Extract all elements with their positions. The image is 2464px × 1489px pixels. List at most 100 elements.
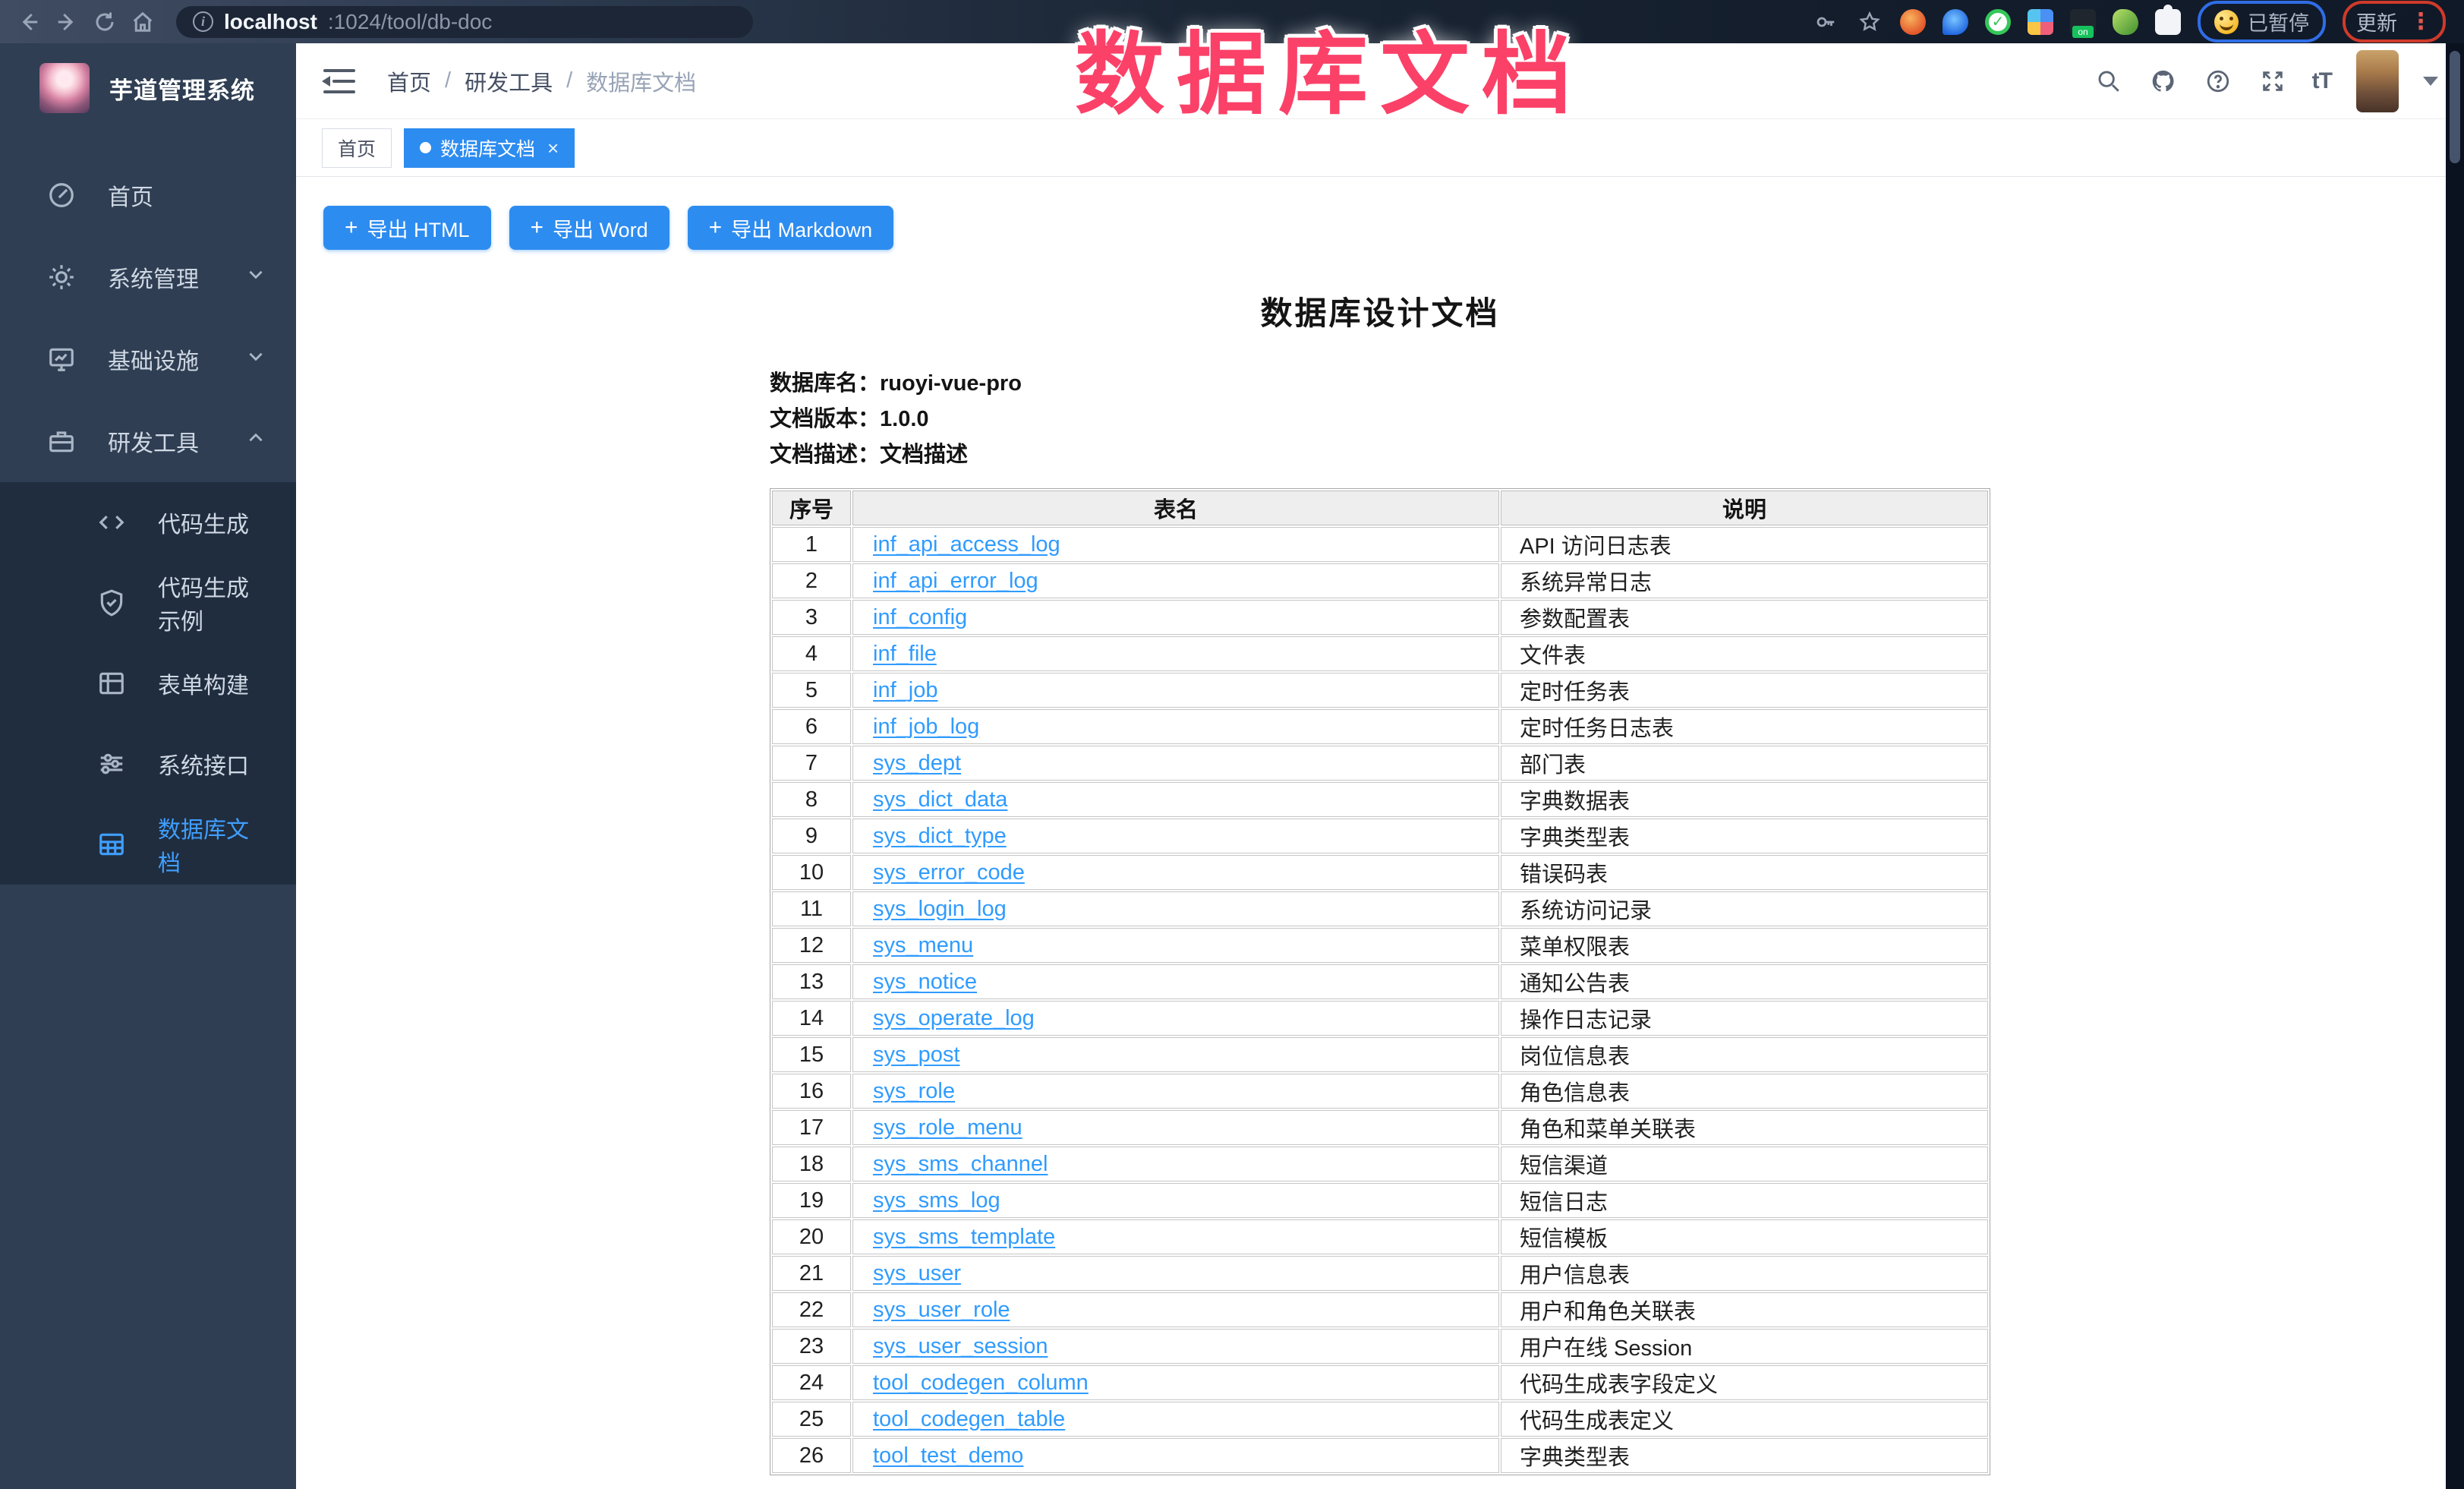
- table-name-link[interactable]: tool_codegen_table: [873, 1407, 1065, 1431]
- pin-extension-icon[interactable]: [1943, 9, 1968, 35]
- table-row: 13 sys_notice 通知公告表: [772, 964, 1988, 999]
- table-row: 12 sys_menu 菜单权限表: [772, 928, 1988, 963]
- table-name-link[interactable]: sys_notice: [873, 970, 977, 994]
- table-name-link[interactable]: sys_operate_log: [873, 1006, 1035, 1030]
- breadcrumb-home[interactable]: 首页: [387, 65, 431, 97]
- row-index: 16: [772, 1074, 851, 1109]
- sidebar-item-codegen-demo[interactable]: 代码生成示例: [0, 563, 296, 643]
- sidebar-item-db-doc[interactable]: 数据库文档: [0, 804, 296, 885]
- sidebar-item-home[interactable]: 首页: [0, 154, 296, 236]
- orange-extension-icon[interactable]: [1900, 9, 1926, 35]
- url-path: :1024/tool/db-doc: [328, 10, 492, 34]
- export-word-button[interactable]: + 导出 Word: [509, 206, 670, 250]
- font-size-icon[interactable]: tT: [2312, 68, 2332, 94]
- table-name-link[interactable]: sys_role: [873, 1079, 955, 1103]
- sidebar-item-system[interactable]: 系统管理: [0, 236, 296, 318]
- table-desc-cell: 短信模板: [1501, 1219, 1988, 1254]
- close-icon[interactable]: ×: [547, 138, 559, 158]
- sidebar-logo[interactable]: 芋道管理系统: [0, 43, 296, 133]
- table-name-link[interactable]: inf_api_error_log: [873, 569, 1038, 593]
- sidebar-item-codegen[interactable]: 代码生成: [0, 482, 296, 563]
- table-name-link[interactable]: sys_user_session: [873, 1334, 1048, 1358]
- table-name-cell: sys_role_menu: [852, 1110, 1499, 1145]
- chrome-menu-icon[interactable]: ⋮: [2409, 11, 2432, 33]
- table-name-link[interactable]: sys_sms_template: [873, 1225, 1055, 1249]
- table-row: 8 sys_dict_data 字典数据表: [772, 782, 1988, 817]
- logo-image: [39, 63, 90, 113]
- reload-icon[interactable]: [88, 5, 121, 39]
- table-name-cell: sys_dict_data: [852, 782, 1499, 817]
- table-name-link[interactable]: sys_menu: [873, 933, 973, 957]
- table-name-link[interactable]: sys_sms_channel: [873, 1152, 1048, 1176]
- page-scrollbar[interactable]: [2446, 43, 2464, 1489]
- sidebar-item-infra[interactable]: 基础设施: [0, 318, 296, 400]
- table-name-link[interactable]: sys_user_role: [873, 1298, 1010, 1322]
- dashboard-icon: [47, 181, 76, 210]
- puzzle-extension-icon[interactable]: [2155, 9, 2181, 35]
- table-name-link[interactable]: tool_codegen_column: [873, 1371, 1089, 1395]
- table-name-link[interactable]: tool_test_demo: [873, 1443, 1023, 1468]
- breadcrumb-devtools[interactable]: 研发工具: [465, 65, 553, 97]
- table-name-link[interactable]: inf_job_log: [873, 715, 979, 739]
- sidebar: 芋道管理系统 首页 系统管理 基础设施 研发工具: [0, 43, 296, 1489]
- fullscreen-icon[interactable]: [2258, 66, 2288, 96]
- leaf-extension-icon[interactable]: [2113, 9, 2138, 35]
- table-desc-cell: 字典类型表: [1501, 1438, 1988, 1473]
- table-name-link[interactable]: sys_role_menu: [873, 1115, 1022, 1140]
- tables-overview-table: 序号 表名 说明 1 inf_api_access_log API 访问日志表 …: [770, 488, 1990, 1475]
- tag-db-doc[interactable]: 数据库文档 ×: [404, 128, 575, 168]
- devtools-submenu: 代码生成 代码生成示例 表单构建 系统接口 数据库文档: [0, 482, 296, 885]
- table-row: 2 inf_api_error_log 系统异常日志: [772, 563, 1988, 598]
- table-name-link[interactable]: sys_dict_data: [873, 787, 1007, 812]
- sidebar-menu: 首页 系统管理 基础设施 研发工具 代码生成: [0, 154, 296, 885]
- home-icon[interactable]: [126, 5, 159, 39]
- key-icon[interactable]: [1812, 5, 1839, 39]
- url-host: localhost: [224, 10, 317, 34]
- export-toolbar: + 导出 HTML + 导出 Word + 导出 Markdown: [323, 206, 2464, 250]
- address-bar[interactable]: i localhost :1024/tool/db-doc: [176, 6, 753, 38]
- table-row: 6 inf_job_log 定时任务日志表: [772, 709, 1988, 744]
- export-html-button[interactable]: + 导出 HTML: [323, 206, 491, 250]
- grid-extension-icon[interactable]: [2028, 9, 2053, 35]
- table-name-link[interactable]: sys_dept: [873, 751, 961, 775]
- table-name-link[interactable]: inf_job: [873, 678, 937, 702]
- table-name-link[interactable]: sys_login_log: [873, 897, 1007, 921]
- site-info-icon[interactable]: i: [193, 11, 213, 32]
- update-chip[interactable]: 更新 ⋮: [2343, 1, 2446, 43]
- table-name-link[interactable]: sys_dict_type: [873, 824, 1007, 848]
- check-extension-icon[interactable]: ✓: [1985, 9, 2011, 35]
- menu-fold-icon[interactable]: [322, 68, 355, 95]
- app-shell: 芋道管理系统 首页 系统管理 基础设施 研发工具: [0, 43, 2464, 1489]
- sidebar-item-api[interactable]: 系统接口: [0, 724, 296, 804]
- avatar[interactable]: [2356, 50, 2399, 112]
- forward-icon[interactable]: [50, 5, 83, 39]
- search-icon[interactable]: [2094, 66, 2124, 96]
- caret-down-icon[interactable]: [2423, 77, 2438, 86]
- export-markdown-button[interactable]: + 导出 Markdown: [688, 206, 894, 250]
- star-icon[interactable]: [1856, 5, 1883, 39]
- table-name-link[interactable]: sys_sms_log: [873, 1188, 1000, 1213]
- github-icon[interactable]: [2148, 66, 2179, 96]
- sidebar-item-form-builder[interactable]: 表单构建: [0, 643, 296, 724]
- form-icon: [97, 669, 126, 698]
- sidebar-item-devtools[interactable]: 研发工具: [0, 400, 296, 482]
- table-name-link[interactable]: sys_user: [873, 1261, 961, 1286]
- col-header-index: 序号: [772, 491, 851, 525]
- back-icon[interactable]: [12, 5, 46, 39]
- table-row: 20 sys_sms_template 短信模板: [772, 1219, 1988, 1254]
- scrollbar-thumb[interactable]: [2450, 51, 2460, 163]
- row-index: 19: [772, 1183, 851, 1218]
- paused-extension-badge[interactable]: 已暂停: [2198, 1, 2326, 43]
- help-icon[interactable]: [2203, 66, 2233, 96]
- table-name-link[interactable]: sys_post: [873, 1043, 959, 1067]
- table-desc-cell: 定时任务日志表: [1501, 709, 1988, 744]
- table-name-link[interactable]: inf_file: [873, 642, 937, 666]
- breadcrumb-separator: /: [566, 68, 572, 93]
- table-name-link[interactable]: inf_api_access_log: [873, 532, 1060, 557]
- table-desc-cell: 通知公告表: [1501, 964, 1988, 999]
- tag-home[interactable]: 首页: [322, 128, 392, 168]
- table-name-cell: sys_post: [852, 1037, 1499, 1072]
- table-name-link[interactable]: sys_error_code: [873, 860, 1025, 885]
- on-badge-extension-icon[interactable]: [2070, 9, 2096, 35]
- table-name-link[interactable]: inf_config: [873, 605, 967, 629]
